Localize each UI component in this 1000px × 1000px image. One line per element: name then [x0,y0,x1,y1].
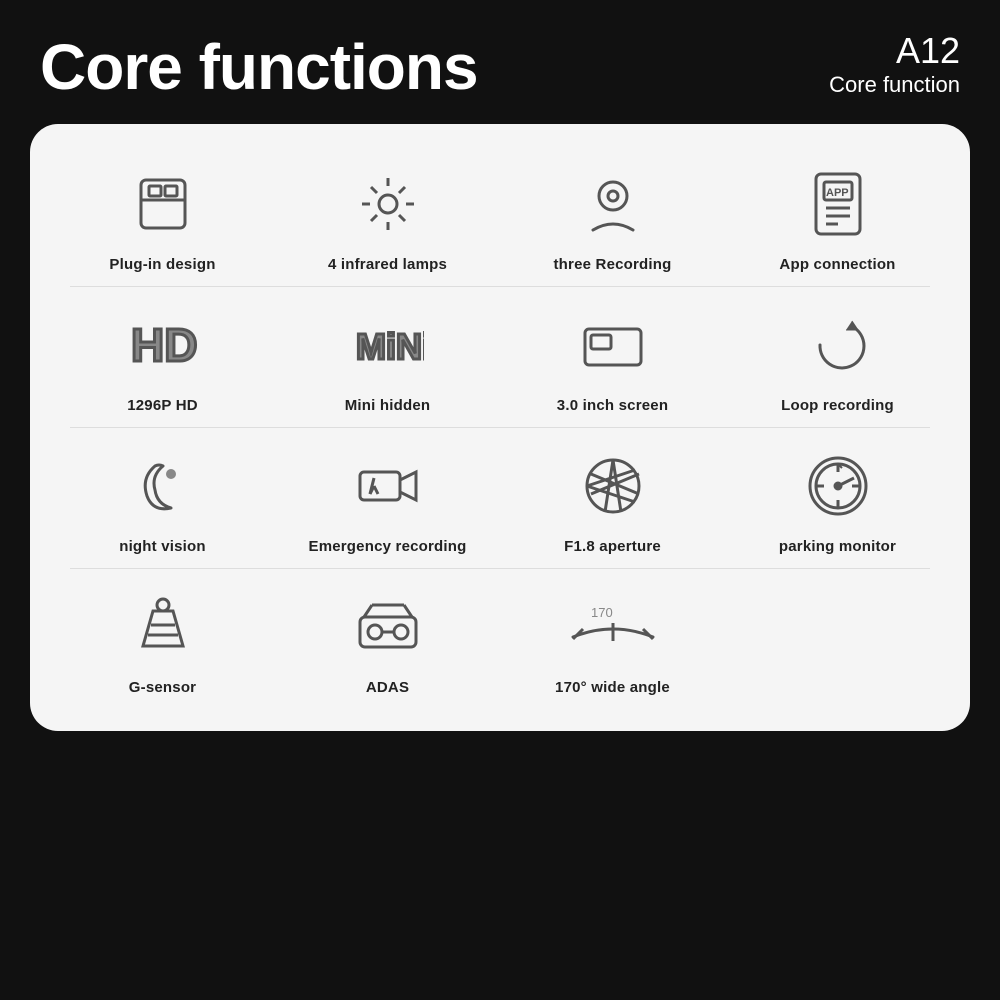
hd-icon: HD [127,305,199,385]
mini-icon: MiNi [352,305,424,385]
feature-night: night vision [50,436,275,560]
app-label: App connection [779,256,895,273]
loop-label: Loop recording [781,397,894,414]
adas-label: ADAS [366,679,409,696]
row-4: G-sensor ADAS 170 [50,577,950,701]
feature-loop: Loop recording [725,295,950,419]
svg-text:HD: HD [131,319,197,371]
wide-angle-icon: 170 [563,587,663,667]
feature-plugin: Plug-in design [50,154,275,278]
page-title: Core functions [40,30,478,104]
loop-icon [802,305,874,385]
parking-label: parking monitor [779,538,896,555]
svg-text:MiNi: MiNi [356,326,424,367]
feature-aperture: F1.8 aperture [500,436,725,560]
feature-mini: MiNi Mini hidden [275,295,500,419]
row-1: Plug-in design 4 infrared lamps [50,154,950,278]
feature-infrared: 4 infrared lamps [275,154,500,278]
gsensor-icon [133,587,193,667]
emergency-label: Emergency recording [308,538,466,555]
empty-cell [725,577,950,701]
screen-icon [577,305,649,385]
row-2: HD 1296P HD MiNi Mini hidden 3.0 inch sc [50,295,950,419]
page-header: Core functions A12 Core function [0,0,1000,124]
three-recording-label: three Recording [553,256,671,273]
infrared-icon [352,164,424,244]
plugin-label: Plug-in design [109,256,215,273]
parking-icon [802,446,874,526]
aperture-icon [577,446,649,526]
features-card: Plug-in design 4 infrared lamps [30,124,970,731]
svg-text:APP: APP [826,187,849,199]
wide-angle-label: 170° wide angle [555,679,670,696]
feature-hd: HD 1296P HD [50,295,275,419]
feature-wide-angle: 170 170° wide angle [500,577,725,701]
feature-adas: ADAS [275,577,500,701]
app-icon: APP [808,164,868,244]
aperture-label: F1.8 aperture [564,538,661,555]
row-3: night vision Emergency recording [50,436,950,560]
feature-parking: parking monitor [725,436,950,560]
mini-label: Mini hidden [345,397,431,414]
infrared-label: 4 infrared lamps [328,256,447,273]
emergency-icon [352,446,424,526]
three-recording-icon [577,164,649,244]
model-label: A12 [829,30,960,72]
svg-text:170: 170 [591,605,613,620]
feature-three-recording: three Recording [500,154,725,278]
night-icon [127,446,199,526]
subtitle-label: Core function [829,72,960,98]
gsensor-label: G-sensor [129,679,196,696]
feature-app: APP App connection [725,154,950,278]
plugin-icon [127,164,199,244]
screen-label: 3.0 inch screen [557,397,668,414]
feature-gsensor: G-sensor [50,577,275,701]
night-label: night vision [119,538,206,555]
hd-label: 1296P HD [127,397,198,414]
adas-icon [352,587,424,667]
feature-screen: 3.0 inch screen [500,295,725,419]
feature-emergency: Emergency recording [275,436,500,560]
